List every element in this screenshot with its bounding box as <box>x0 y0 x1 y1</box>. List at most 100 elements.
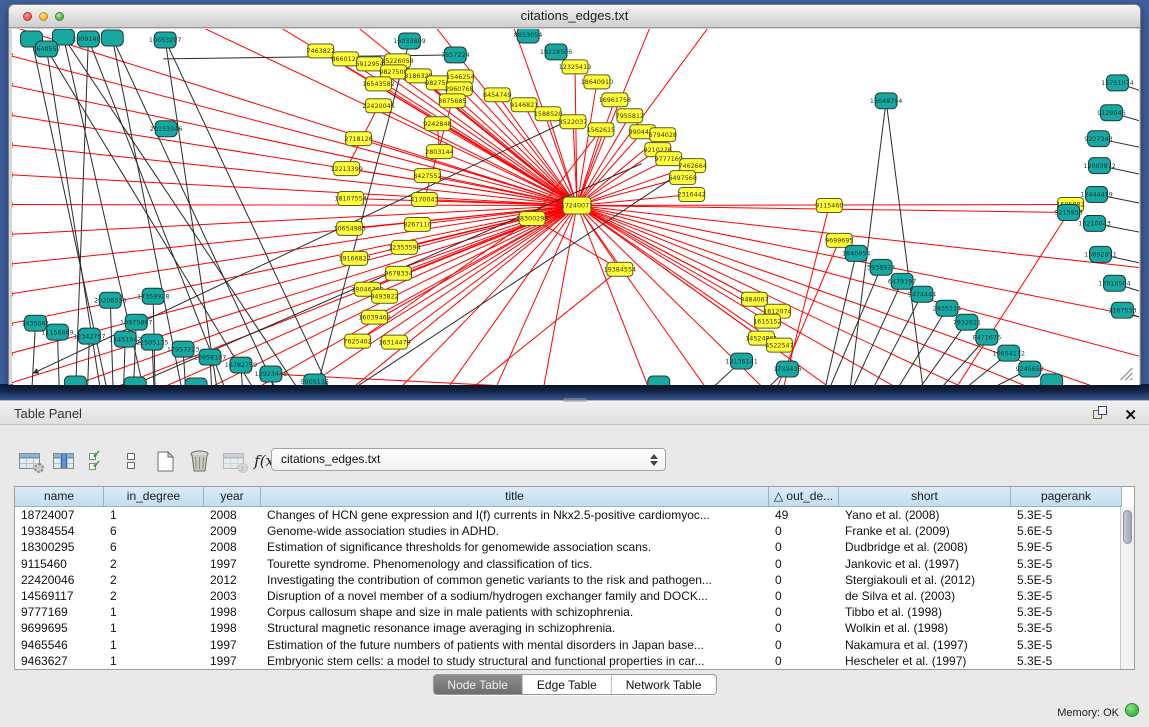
close-window-button[interactable] <box>23 12 32 21</box>
graph-node[interactable]: 3675685 <box>438 94 466 108</box>
graph-node[interactable]: 6794028 <box>649 128 677 142</box>
network-window-titlebar[interactable]: citations_edges.txt <box>9 5 1140 28</box>
resize-grip-icon[interactable] <box>1120 368 1132 380</box>
graph-node[interactable]: 19218506 <box>540 44 572 60</box>
table-row[interactable]: 946554611997Estimation of the future num… <box>15 637 1120 653</box>
close-panel-icon[interactable]: ✕ <box>1124 403 1137 428</box>
column-header-short[interactable]: short <box>839 487 1011 507</box>
graph-node[interactable]: 7932621 <box>953 314 981 330</box>
graph-node[interactable]: 17016504 <box>1098 275 1130 291</box>
graph-node[interactable] <box>101 30 123 46</box>
graph-node[interactable]: 10654112 <box>993 345 1025 361</box>
graph-node[interactable]: 8471676 <box>973 329 1001 345</box>
graph-node[interactable]: 1733426 <box>773 361 801 377</box>
graph-node[interactable]: 9484067 <box>740 292 768 306</box>
graph-node[interactable]: 9493822 <box>370 289 398 303</box>
graph-node[interactable]: 16210643 <box>1078 215 1110 231</box>
graph-node[interactable]: 7857224 <box>441 47 469 63</box>
table-row[interactable]: 2242004622012Investigating the contribut… <box>15 572 1120 588</box>
graph-node[interactable]: 9474444 <box>908 286 936 302</box>
graph-node[interactable]: 8454749 <box>483 88 511 102</box>
column-header-in_degree[interactable]: in_degree <box>104 487 204 507</box>
graph-node[interactable]: 12444419 <box>1080 187 1112 203</box>
table-row[interactable]: 977716911998Corpus callosum shape and si… <box>15 604 1120 620</box>
graph-node[interactable] <box>648 376 670 385</box>
network-view-canvas[interactable]: 1724007127181261221339918107554106549851… <box>12 29 1139 385</box>
column-header-name[interactable]: name <box>15 487 104 507</box>
graph-node[interactable]: 10654985 <box>333 221 365 235</box>
graph-node[interactable]: 9678334 <box>384 266 412 280</box>
scrollbar-thumb[interactable] <box>1123 510 1132 544</box>
graph-node[interactable]: 15751074 <box>1101 75 1133 91</box>
float-panel-icon[interactable] <box>1093 406 1109 421</box>
graph-node[interactable]: 1840954 <box>842 245 870 261</box>
table-row[interactable]: 1872400712008Changes of HCN gene express… <box>15 507 1120 523</box>
graph-node[interactable]: 10975887 <box>120 314 152 330</box>
table-row[interactable]: 969969511998Structural magnetic resonanc… <box>15 620 1120 636</box>
graph-node[interactable]: 16782759 <box>225 357 257 373</box>
graph-node[interactable]: 1615152 <box>753 314 781 328</box>
graph-node[interactable]: 9227343 <box>1084 131 1112 147</box>
graph-node[interactable]: 12213399 <box>330 162 362 176</box>
graph-node[interactable]: 18300295 <box>516 211 548 225</box>
graph-node[interactable]: 16961758 <box>599 93 631 107</box>
graph-node[interactable]: 8267110 <box>403 217 431 231</box>
graph-node[interactable]: 4522547 <box>765 338 793 352</box>
graph-node[interactable]: 16039469 <box>358 310 390 324</box>
graph-node[interactable]: 15692971 <box>1084 246 1116 262</box>
table-vertical-scrollbar[interactable] <box>1120 507 1134 669</box>
graph-node[interactable]: 6497568 <box>668 171 696 185</box>
graph-node[interactable]: 1562615 <box>587 123 615 137</box>
delete-columns-button[interactable] <box>184 447 214 475</box>
table-row[interactable]: 1938455462009Genome-wide association stu… <box>15 523 1120 539</box>
graph-node[interactable]: 12325419 <box>559 60 591 74</box>
graph-node[interactable]: 9129946 <box>1097 105 1125 121</box>
column-header-year[interactable]: year <box>204 487 261 507</box>
graph-node[interactable]: 17240071 <box>561 197 593 214</box>
graph-node[interactable]: 9242848 <box>423 117 451 131</box>
graph-node[interactable]: 5905135 <box>301 374 329 385</box>
graph-node[interactable]: 12353594 <box>388 240 420 254</box>
graph-node[interactable] <box>1041 374 1063 385</box>
graph-node[interactable]: 10653297 <box>149 32 181 48</box>
graph-node[interactable]: 20091406 <box>72 31 104 47</box>
table-settings-button[interactable] <box>14 447 44 475</box>
row-selection-mode-button[interactable]: ✓ ✓ <box>82 447 112 475</box>
graph-node[interactable]: 16543582 <box>362 77 394 91</box>
graph-node[interactable]: 4170043 <box>410 193 438 207</box>
graph-node[interactable]: 9245652 <box>1016 361 1044 377</box>
graph-node[interactable]: 16648794 <box>870 93 902 109</box>
toggle-panels-button[interactable] <box>116 447 146 475</box>
graph-node[interactable] <box>124 377 146 385</box>
graph-node[interactable]: 8522037 <box>559 115 587 129</box>
graph-node[interactable]: 19384554 <box>604 262 636 276</box>
table-selector-dropdown[interactable]: citations_edges.txt <box>271 448 666 471</box>
table-row[interactable]: 1830029562008Estimation of significance … <box>15 539 1120 555</box>
column-header-title[interactable]: title <box>261 487 769 507</box>
column-header-pagerank[interactable]: pagerank <box>1011 487 1122 507</box>
new-column-button[interactable] <box>150 447 180 475</box>
graph-node[interactable]: 1640557 <box>32 41 60 57</box>
graph-node[interactable]: 8427552 <box>413 169 441 183</box>
graph-node[interactable]: 7955812 <box>616 109 644 123</box>
graph-node[interactable] <box>64 376 86 385</box>
graph-node[interactable]: 5938924 <box>867 259 895 275</box>
graph-node[interactable]: 12923448 <box>255 366 287 382</box>
graph-node[interactable]: 8813054 <box>514 29 542 43</box>
tab-edge-table[interactable]: Edge Table <box>522 675 611 694</box>
zoom-window-button[interactable] <box>55 12 64 21</box>
table-row[interactable]: 911546021997Tourette syndrome. Phenomeno… <box>15 556 1120 572</box>
column-header-out_de[interactable]: △ out_de... <box>769 487 839 507</box>
table-row[interactable]: 946362711997Embryonic stem cells: a mode… <box>15 653 1120 669</box>
graph-node[interactable]: 6479197 <box>888 273 916 289</box>
graph-node[interactable]: 2803144 <box>425 145 453 159</box>
graph-node[interactable]: 2935114 <box>933 300 961 316</box>
graph-node[interactable]: 19166827 <box>338 251 370 265</box>
graph-node[interactable]: 22420046 <box>362 99 394 113</box>
graph-node[interactable]: 2316442 <box>677 188 705 202</box>
graph-node[interactable]: 1167533 <box>1108 302 1136 318</box>
graph-node[interactable] <box>185 378 207 385</box>
select-columns-button[interactable] <box>48 447 78 475</box>
graph-node[interactable]: 9215958 <box>1054 205 1082 221</box>
graph-node[interactable]: 16314479 <box>378 335 410 349</box>
